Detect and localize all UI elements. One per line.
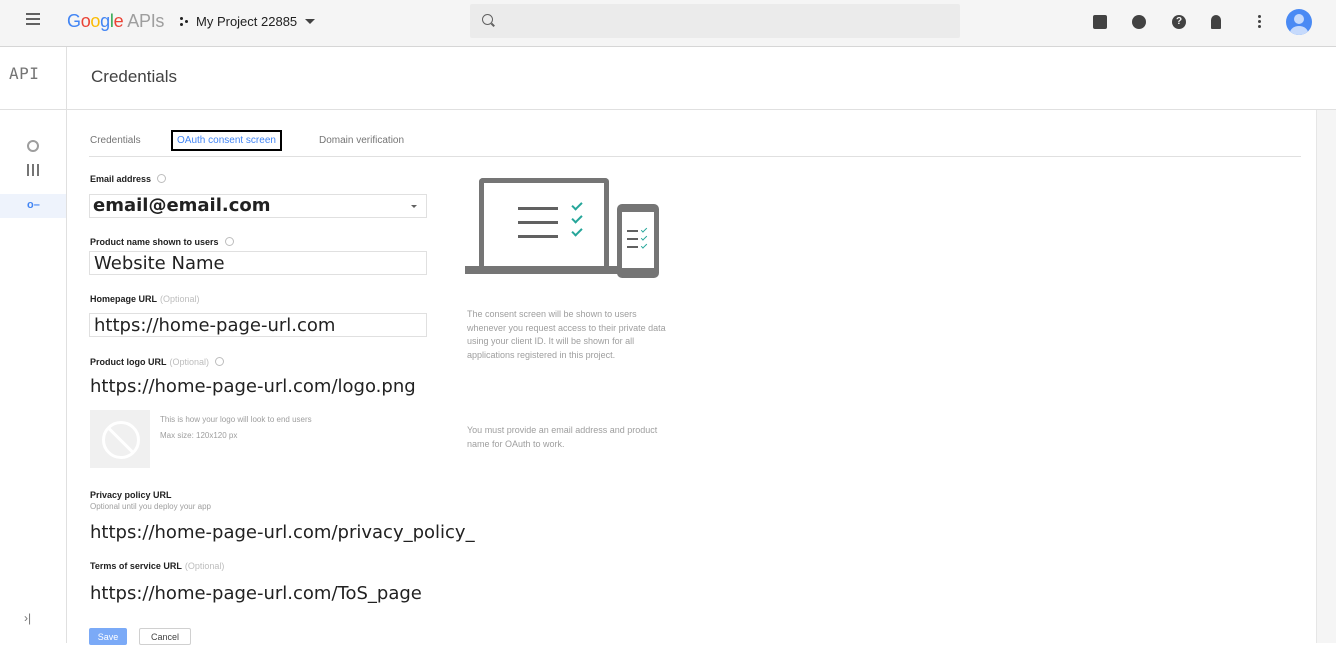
help-icon[interactable] — [224, 237, 234, 246]
tab-oauth-consent-screen[interactable]: OAuth consent screen — [171, 130, 282, 151]
privacy-input[interactable] — [89, 521, 509, 543]
help-icon[interactable] — [215, 357, 225, 366]
rail-title: API — [9, 64, 40, 83]
logo-url-label: Product logo URL (Optional) — [90, 357, 225, 367]
help-icon[interactable]: ? — [1172, 15, 1186, 29]
main-content: Credentials OAuth consent screen Domain … — [67, 110, 1317, 645]
dropdown-arrow-icon — [411, 205, 417, 208]
homepage-field[interactable] — [89, 313, 427, 337]
email-label: Email address — [90, 174, 167, 184]
page-title: Credentials — [91, 67, 177, 86]
homepage-label: Homepage URL (Optional) — [90, 294, 200, 304]
hamburger-menu-icon[interactable] — [26, 13, 40, 25]
search-bar[interactable] — [470, 4, 960, 40]
product-name-label: Product name shown to users — [90, 237, 234, 247]
page-header: Credentials — [67, 47, 1336, 110]
scrollbar[interactable] — [1316, 110, 1336, 643]
library-icon — [27, 164, 39, 176]
tos-input[interactable] — [89, 582, 509, 604]
project-selector[interactable]: My Project 22885 — [180, 14, 316, 29]
consent-info-text: The consent screen will be shown to user… — [467, 309, 666, 360]
consent-illustration — [465, 176, 665, 286]
notifications-icon[interactable] — [1211, 15, 1221, 29]
left-rail: API o– ›| — [0, 47, 67, 643]
no-image-icon — [102, 421, 140, 459]
tab-credentials[interactable]: Credentials — [90, 135, 141, 146]
privacy-sublabel: Optional until you deploy your app — [90, 502, 211, 511]
tab-domain-verification[interactable]: Domain verification — [319, 135, 404, 146]
email-select[interactable]: email@email.com — [89, 194, 427, 218]
chevron-down-icon — [305, 19, 316, 24]
top-bar: Google APIs My Project 22885 ? — [0, 0, 1336, 47]
tos-label: Terms of service URL (Optional) — [90, 561, 225, 571]
tab-bar: Credentials OAuth consent screen Domain … — [89, 130, 1301, 157]
sidebar-item-library[interactable] — [0, 159, 66, 183]
dashboard-icon — [27, 140, 39, 152]
logo-note: This is how your logo will look to end u… — [160, 415, 312, 424]
cancel-button[interactable]: Cancel — [139, 628, 191, 645]
google-apis-logo[interactable]: Google APIs — [67, 11, 164, 32]
phone-icon — [617, 204, 659, 278]
homepage-input[interactable] — [90, 314, 426, 336]
tos-field[interactable] — [89, 582, 509, 604]
product-name-input[interactable] — [90, 252, 426, 274]
privacy-field[interactable] — [89, 521, 509, 543]
apis-label: APIs — [127, 11, 165, 31]
more-vert-icon[interactable] — [1258, 15, 1262, 29]
logo-url-field[interactable] — [89, 375, 439, 397]
help-icon[interactable] — [157, 174, 167, 183]
key-icon: o– — [27, 199, 40, 211]
search-icon — [482, 14, 493, 25]
project-name: My Project 22885 — [196, 14, 298, 29]
gift-icon[interactable] — [1093, 15, 1107, 29]
product-name-field[interactable] — [89, 251, 427, 275]
collapse-icon[interactable]: ›| — [24, 611, 31, 625]
privacy-label: Privacy policy URL — [90, 490, 172, 500]
feedback-icon[interactable] — [1132, 15, 1146, 29]
avatar[interactable] — [1286, 9, 1312, 35]
save-button[interactable]: Save — [89, 628, 127, 645]
search-input[interactable] — [504, 4, 948, 40]
logo-url-input[interactable] — [89, 375, 439, 397]
logo-preview — [90, 410, 150, 468]
sidebar-item-credentials[interactable]: o– — [0, 194, 66, 218]
consent-requirement-text: You must provide an email address and pr… — [467, 425, 658, 449]
email-value: email@email.com — [93, 195, 271, 216]
project-icon — [180, 16, 190, 28]
sidebar-item-dashboard[interactable] — [0, 135, 66, 159]
laptop-icon — [479, 178, 609, 266]
logo-size-note: Max size: 120x120 px — [160, 431, 238, 440]
